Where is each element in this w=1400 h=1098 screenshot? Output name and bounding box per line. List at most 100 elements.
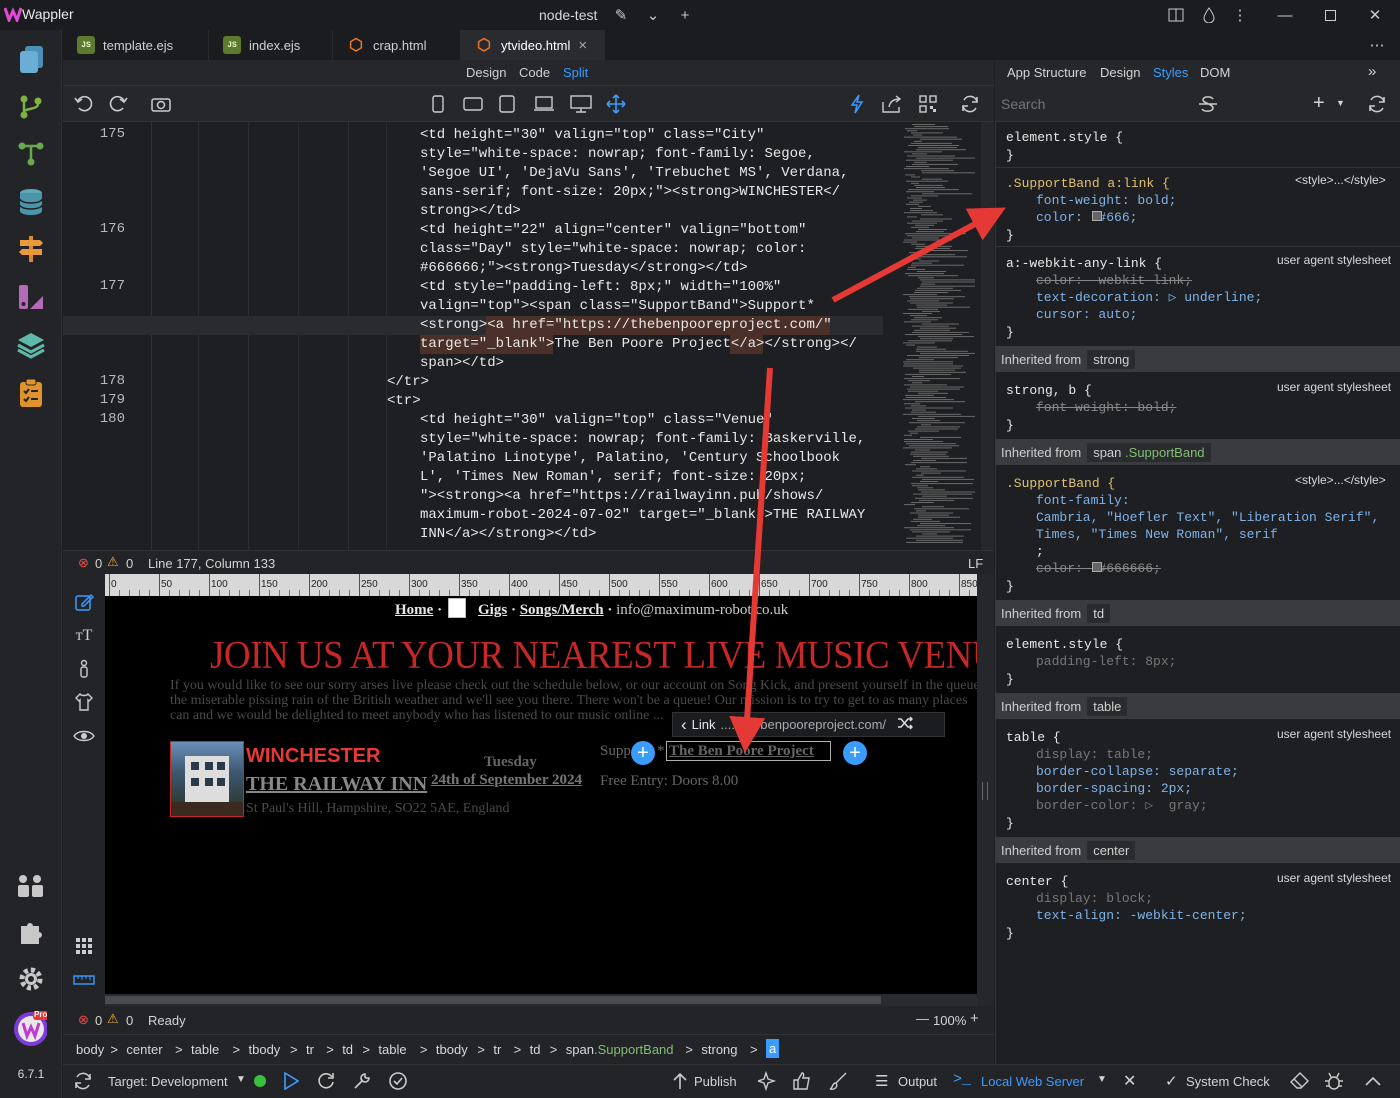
tablet-view-icon[interactable] — [496, 94, 518, 114]
mobile-view-icon[interactable] — [427, 94, 449, 114]
target-select[interactable]: Development — [151, 1074, 228, 1089]
zoom-level[interactable]: 100% — [933, 1013, 966, 1028]
tools-wrench-icon[interactable] — [351, 1071, 373, 1091]
ai-sparkle-icon[interactable] — [757, 1071, 779, 1091]
chevron-down-icon[interactable]: ⌄ — [642, 5, 664, 25]
color-swatch[interactable] — [1092, 562, 1102, 572]
strikethrough-filter-icon[interactable] — [1197, 94, 1219, 114]
supportband-link-selector[interactable]: .SupportBand a:link { — [1006, 175, 1170, 192]
venue-link[interactable]: THE RAILWAY INN — [246, 773, 427, 796]
tabs-overflow-icon[interactable]: ⋯ — [1366, 35, 1388, 55]
code-line[interactable]: maximum-robot-2024-07-02" target="_blank… — [420, 506, 865, 525]
refresh-styles-icon[interactable] — [1366, 94, 1388, 114]
element-style-selector[interactable]: element.style { — [1006, 129, 1123, 146]
prop-font-weight[interactable]: font-weight: bold; — [1036, 192, 1176, 209]
breadcrumb-item[interactable]: td — [342, 1042, 353, 1057]
chevron-up-icon[interactable] — [1362, 1071, 1384, 1091]
prop-font-family[interactable]: font-family: — [1036, 492, 1130, 509]
close-tab-icon[interactable]: × — [578, 37, 587, 54]
add-rule-icon[interactable]: + — [1313, 92, 1325, 115]
code-minimap[interactable] — [897, 122, 981, 548]
breadcrumb-item[interactable]: span.SupportBand — [566, 1042, 674, 1057]
laptop-view-icon[interactable] — [533, 94, 555, 114]
code-scrollbar[interactable] — [981, 122, 994, 550]
nav-email[interactable]: info@maximum-robot.co.uk — [616, 602, 788, 618]
insert-before-plus-icon[interactable]: + — [631, 741, 655, 765]
breadcrumb-item[interactable]: table — [378, 1042, 406, 1057]
project-name[interactable]: node-test — [539, 7, 597, 23]
prop-border-color[interactable]: border-color: ▷ gray; — [1036, 797, 1208, 814]
routes-signpost-icon[interactable] — [14, 232, 48, 266]
view-code-tab[interactable]: Code — [519, 65, 550, 80]
terminal-icon[interactable]: >_ — [953, 1071, 971, 1088]
nav-songs-link[interactable]: Songs/Merch — [520, 602, 604, 618]
code-line[interactable]: strong></td> — [420, 202, 521, 221]
code-line[interactable]: span></td> — [420, 354, 504, 373]
tab-template-ejs[interactable]: JS template.ejs — [63, 30, 209, 60]
puzzle-plugin-icon[interactable] — [14, 915, 48, 949]
edit-pencil-icon[interactable] — [73, 591, 95, 613]
prop-text-decoration[interactable]: text-decoration: ▷ underline; — [1036, 289, 1262, 306]
view-design-tab[interactable]: Design — [466, 65, 506, 80]
breadcrumb-item[interactable]: center — [126, 1042, 162, 1057]
git-branch-icon[interactable] — [14, 90, 48, 124]
breadcrumb-item[interactable]: tr — [493, 1042, 501, 1057]
cursor-position[interactable]: Line 177, Column 133 — [148, 556, 275, 571]
code-line[interactable]: style="white-space: nowrap; font-family:… — [420, 430, 865, 449]
code-line[interactable]: "><strong><a href="https://railwayinn.pu… — [420, 487, 823, 506]
color-swatch[interactable] — [1092, 211, 1102, 221]
code-line[interactable]: <td height="22" align="center" valign="b… — [420, 221, 806, 240]
clipboard-tasks-icon[interactable] — [14, 376, 48, 410]
code-line[interactable]: #666666;"><strong>Tuesday</strong></td> — [420, 259, 748, 278]
sync-icon[interactable] — [72, 1071, 94, 1091]
output-list-icon[interactable]: ☰ — [875, 1072, 888, 1090]
breadcrumb-item[interactable]: tr — [306, 1042, 314, 1057]
webkit-link-selector[interactable]: a:-webkit-any-link { — [1006, 255, 1162, 272]
pencil-icon[interactable]: ✎ — [610, 5, 632, 25]
shuffle-icon[interactable] — [897, 716, 914, 733]
qr-code-icon[interactable] — [917, 94, 939, 114]
layers-icon[interactable] — [14, 328, 48, 362]
text-size-icon[interactable]: тT — [73, 625, 95, 647]
code-line[interactable]: target="_blank">The Ben Poore Project</a… — [420, 335, 857, 354]
local-web-server[interactable]: Local Web Server — [981, 1074, 1084, 1089]
tab-crap-html[interactable]: ⬡ crap.html — [333, 30, 461, 60]
code-line[interactable]: sans-serif; font-size: 20px;"><strong>WI… — [420, 183, 840, 202]
breadcrumb-item[interactable]: td — [530, 1042, 541, 1057]
popup-back-icon[interactable]: ‹ — [681, 715, 687, 735]
grid-icon[interactable] — [73, 935, 95, 957]
code-line[interactable]: INN</a></strong></td> — [420, 525, 596, 544]
prop-cursor[interactable]: cursor: auto; — [1036, 306, 1137, 323]
publish-button[interactable]: Publish — [694, 1074, 737, 1089]
pages-icon[interactable] — [14, 42, 48, 76]
prop-text-align[interactable]: text-align: -webkit-center; — [1036, 907, 1247, 924]
system-check-button[interactable]: System Check — [1186, 1074, 1270, 1089]
close-icon[interactable]: ✕ — [1123, 1071, 1136, 1091]
code-line[interactable]: <td height="30" valign="top" class="City… — [420, 126, 764, 145]
breadcrumb-item[interactable]: a — [766, 1039, 780, 1058]
panel-expand-icon[interactable]: » — [1368, 63, 1376, 80]
font-family-value-2[interactable]: Times, "Times New Roman", serif — [1036, 526, 1278, 543]
code-line[interactable]: <strong><a href="https://thebenpooreproj… — [420, 316, 832, 335]
design-canvas[interactable]: Home · Gigs · Songs/Merch · info@maximum… — [105, 596, 977, 994]
nav-gigs-link[interactable]: Gigs — [478, 602, 507, 618]
view-split-tab[interactable]: Split — [563, 65, 588, 80]
code-line[interactable]: style="white-space: nowrap; font-family:… — [420, 145, 815, 164]
chevron-down-icon[interactable]: ▼ — [1336, 98, 1345, 108]
canvas-hscrollbar[interactable] — [105, 994, 977, 1006]
tab-app-structure[interactable]: App Structure — [1007, 65, 1087, 80]
code-line[interactable]: L', 'Times New Roman', serif; font-size:… — [420, 468, 806, 487]
panel-layout-icon[interactable] — [1165, 5, 1187, 25]
prop-display[interactable]: display: table; — [1036, 746, 1153, 763]
lightning-icon[interactable] — [846, 94, 868, 114]
close-window-icon[interactable]: ✕ — [1364, 5, 1386, 25]
tab-dom[interactable]: DOM — [1200, 65, 1230, 80]
prop-color[interactable]: color: #666; — [1036, 209, 1137, 226]
nav-home-link[interactable]: Home — [395, 602, 433, 618]
breadcrumb-item[interactable]: tbody — [249, 1042, 281, 1057]
line-ending[interactable]: LF — [968, 556, 983, 571]
run-play-icon[interactable] — [280, 1071, 302, 1091]
settings-gear-icon[interactable] — [14, 962, 48, 996]
zoom-out-button[interactable]: — — [916, 1011, 929, 1026]
breadcrumb-item[interactable]: tbody — [436, 1042, 468, 1057]
